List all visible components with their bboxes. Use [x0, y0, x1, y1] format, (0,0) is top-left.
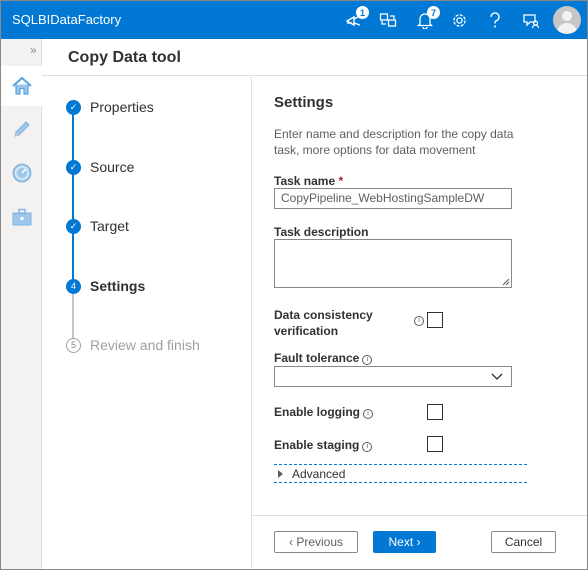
- step-number: 5: [66, 337, 81, 353]
- check-icon: ✓: [66, 218, 81, 234]
- check-icon: ✓: [66, 99, 81, 115]
- data-consistency-checkbox[interactable]: [427, 312, 443, 328]
- task-name-input[interactable]: CopyPipeline_WebHostingSampleDW: [274, 188, 512, 209]
- top-bar: SQLBIDataFactory 1 7: [1, 1, 587, 39]
- toolbox-icon: [12, 208, 31, 226]
- step-label: Settings: [90, 278, 146, 294]
- home-icon: [11, 76, 32, 95]
- advanced-label: Advanced: [292, 466, 346, 481]
- enable-logging-checkbox[interactable]: [427, 404, 443, 420]
- bell-badge: 7: [427, 6, 440, 19]
- enable-staging-label-text: Enable staging: [274, 438, 360, 452]
- chevron-left-icon: ‹: [288, 535, 297, 549]
- footer-divider: [252, 515, 587, 516]
- task-name-label-text: Task name: [274, 174, 336, 188]
- fault-tolerance-dropdown[interactable]: [274, 366, 512, 387]
- enable-logging-label-text: Enable logging: [274, 405, 360, 419]
- settings-description: Enter name and description for the copy …: [274, 127, 514, 157]
- settings-title: Settings: [274, 94, 334, 111]
- help-icon[interactable]: [484, 9, 506, 31]
- fault-tolerance-label-text: Fault tolerance: [274, 351, 360, 365]
- step-number: 4: [66, 278, 81, 294]
- notifications-badge: 1: [356, 6, 369, 19]
- enable-logging-label: Enable logging i: [274, 405, 373, 419]
- wizard-steps: ✓ Properties ✓ Source ✓ Target 4 Setting…: [42, 77, 252, 569]
- task-description-input[interactable]: [274, 239, 512, 288]
- step-target[interactable]: ✓ Target: [66, 216, 129, 236]
- enable-staging-checkbox[interactable]: [427, 436, 443, 452]
- settings-panel: Settings Enter name and description for …: [252, 77, 587, 515]
- monitor-gauge-icon: [12, 163, 31, 183]
- rail-item-author[interactable]: [1, 109, 42, 149]
- info-icon[interactable]: i: [362, 355, 373, 365]
- previous-label: Previous: [296, 535, 344, 549]
- next-button[interactable]: Next ›: [373, 531, 436, 553]
- directory-switch-icon[interactable]: [377, 9, 399, 31]
- rail-item-manage[interactable]: [1, 197, 42, 237]
- avatar-body: [557, 23, 577, 34]
- gear-icon[interactable]: [448, 9, 470, 31]
- left-rail: »: [1, 39, 42, 569]
- check-icon: ✓: [66, 159, 81, 175]
- step-label: Properties: [90, 99, 154, 115]
- step-settings[interactable]: 4 Settings: [66, 276, 145, 296]
- step-label: Target: [90, 218, 129, 234]
- avatar-head: [562, 11, 572, 21]
- enable-staging-label: Enable staging i: [274, 438, 373, 452]
- tool-header: Copy Data tool: [42, 39, 587, 76]
- feedback-icon[interactable]: [520, 9, 542, 31]
- bell-icon[interactable]: 7: [414, 6, 440, 31]
- rail-item-home[interactable]: [1, 66, 42, 106]
- rail-item-monitor[interactable]: [1, 153, 42, 193]
- advanced-expander[interactable]: Advanced: [274, 464, 527, 483]
- step-label: Review and finish: [90, 337, 200, 353]
- task-name-label: Task name *: [274, 174, 343, 188]
- chevron-right-icon: ›: [413, 535, 421, 549]
- cancel-button[interactable]: Cancel: [491, 531, 556, 553]
- page-title: Copy Data tool: [68, 49, 181, 66]
- step-label: Source: [90, 159, 135, 175]
- info-icon[interactable]: i: [363, 409, 373, 419]
- step-review-and-finish[interactable]: 5 Review and finish: [66, 335, 200, 355]
- previous-button[interactable]: ‹ Previous: [274, 531, 358, 553]
- expand-chevron-icon[interactable]: »: [30, 43, 37, 57]
- notifications-feedback-icon[interactable]: 1: [343, 6, 369, 31]
- avatar[interactable]: [553, 6, 581, 34]
- step-properties[interactable]: ✓ Properties: [66, 97, 154, 117]
- step-source[interactable]: ✓ Source: [66, 157, 134, 177]
- chevron-down-icon: [491, 373, 503, 380]
- resize-grip-icon[interactable]: [502, 278, 510, 286]
- data-consistency-label: Data consistency verification: [274, 308, 373, 338]
- task-description-label: Task description: [274, 225, 369, 239]
- app-title: SQLBIDataFactory: [12, 12, 122, 27]
- caret-right-icon: [278, 469, 283, 478]
- info-icon[interactable]: i: [362, 442, 373, 452]
- next-label: Next: [388, 535, 414, 549]
- info-icon[interactable]: i: [414, 316, 424, 326]
- pencil-icon: [13, 121, 30, 137]
- required-marker: *: [338, 174, 344, 188]
- fault-tolerance-label: Fault tolerance i: [274, 351, 373, 365]
